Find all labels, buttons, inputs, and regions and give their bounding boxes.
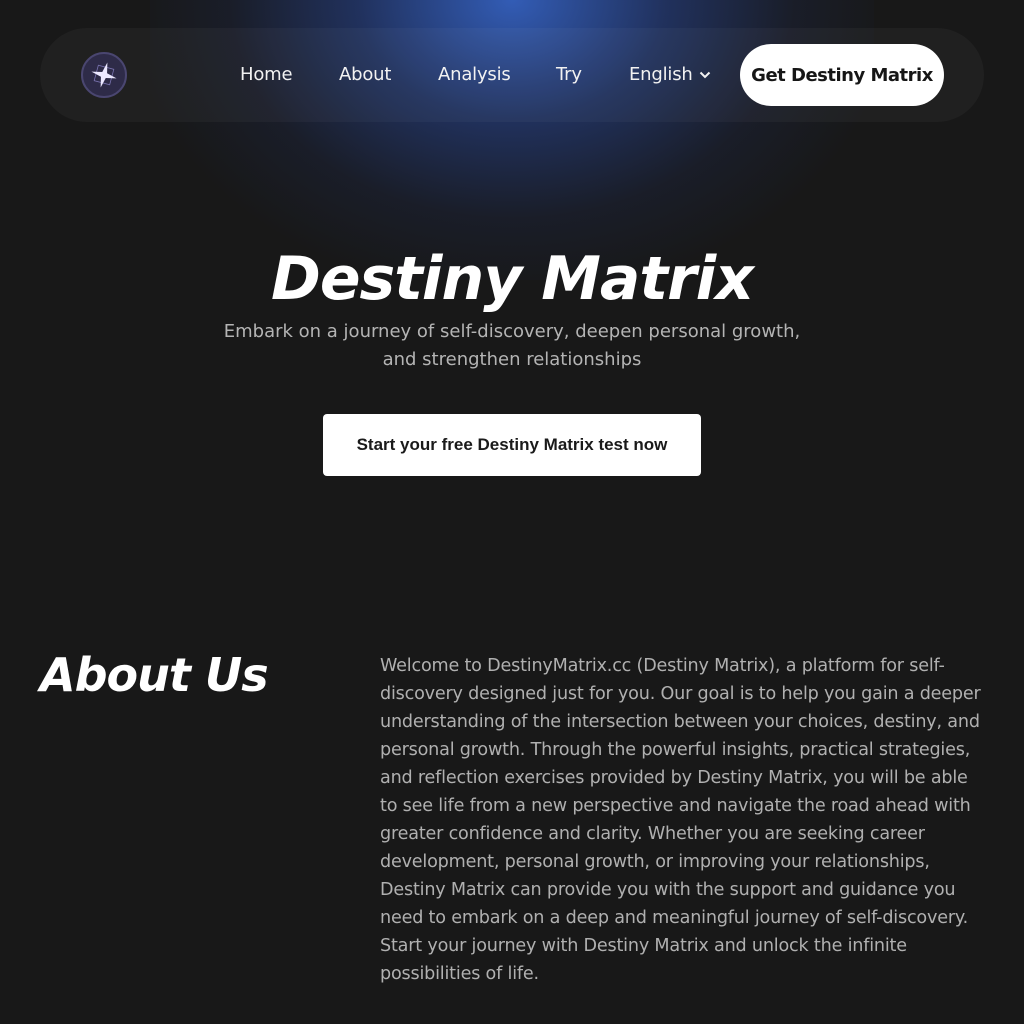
navbar: Home About Analysis Try English Get Dest… (40, 28, 984, 122)
language-select[interactable]: English (629, 28, 711, 122)
nav-about[interactable]: About (339, 28, 391, 122)
nav-try[interactable]: Try (556, 28, 582, 122)
about-body: Welcome to DestinyMatrix.cc (Destiny Mat… (380, 656, 981, 984)
nav-home[interactable]: Home (240, 28, 293, 122)
hero-subtitle: Embark on a journey of self-discovery, d… (223, 321, 801, 370)
get-destiny-matrix-button[interactable]: Get Destiny Matrix (740, 44, 944, 106)
logo[interactable] (81, 52, 127, 98)
star-logo-icon (91, 62, 117, 88)
chevron-down-icon (699, 71, 710, 79)
start-test-button[interactable]: Start your free Destiny Matrix test now (323, 414, 701, 476)
language-label: English (629, 64, 693, 85)
about-title: About Us (40, 648, 269, 702)
hero-title: Destiny Matrix (271, 244, 754, 314)
nav-analysis[interactable]: Analysis (438, 28, 511, 122)
